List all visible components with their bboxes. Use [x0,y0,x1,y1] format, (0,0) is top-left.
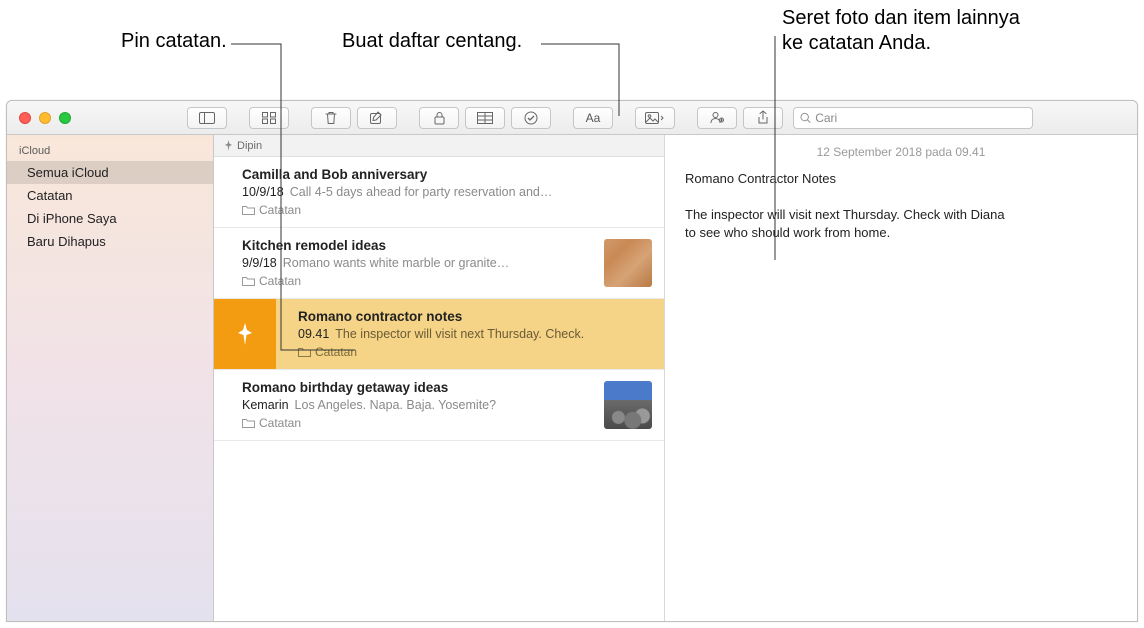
toolbar: Aa [7,101,1137,135]
sidebar-section-icloud: iCloud [7,141,213,161]
sidebar-toggle-button[interactable] [187,107,227,129]
note-row[interactable]: Kitchen remodel ideas 9/9/18 Romano wants… [214,228,664,299]
grid-icon [262,112,276,124]
note-preview: The inspector will visit next Thursday. … [335,327,584,341]
note-detail-timestamp: 12 September 2018 pada 09.41 [685,145,1117,159]
format-button[interactable]: Aa [573,107,613,129]
minimize-window-button[interactable] [39,112,51,124]
compose-icon [370,111,384,124]
share-button[interactable] [743,107,783,129]
note-folder: Catatan [298,345,652,359]
table-icon [477,112,493,124]
note-list: Dipin Camilla and Bob anniversary 10/9/1… [214,135,665,621]
note-preview: Romano wants white marble or granite… [283,256,510,270]
folder-icon [242,418,255,428]
photo-icon [645,112,665,124]
note-date: 9/9/18 [242,256,277,270]
search-icon [800,112,811,124]
add-people-button[interactable] [697,107,737,129]
note-folder: Catatan [242,274,594,288]
zoom-window-button[interactable] [59,112,71,124]
note-folder: Catatan [242,203,652,217]
note-row[interactable]: Romano birthday getaway ideas Kemarin Los… [214,370,664,441]
share-icon [757,110,769,125]
note-preview: Call 4-5 days ahead for party reservatio… [290,185,553,199]
note-detail-body[interactable]: The inspector will visit next Thursday. … [685,206,1005,242]
pin-icon [235,322,255,346]
note-row[interactable]: Camilla and Bob anniversary 10/9/18 Call … [214,157,664,228]
close-window-button[interactable] [19,112,31,124]
sidebar: iCloud Semua iCloud Catatan Di iPhone Sa… [7,135,214,621]
note-date: 09.41 [298,327,329,341]
note-detail: 12 September 2018 pada 09.41 Romano Cont… [665,135,1137,621]
pin-indicator [214,299,276,369]
folder-icon [298,347,311,357]
note-detail-title[interactable]: Romano Contractor Notes [685,171,1117,186]
lock-button[interactable] [419,107,459,129]
pin-icon [224,140,233,151]
note-folder: Catatan [242,416,594,430]
search-field[interactable] [793,107,1033,129]
checklist-icon [524,111,538,125]
gallery-view-button[interactable] [249,107,289,129]
note-title: Romano contractor notes [298,309,652,324]
lock-icon [434,111,445,125]
folder-icon [242,205,255,215]
note-title: Romano birthday getaway ideas [242,380,594,395]
callout-pin: Pin catatan. [121,29,227,54]
checklist-button[interactable] [511,107,551,129]
sidebar-item-recently-deleted[interactable]: Baru Dihapus [7,230,213,253]
media-button[interactable] [635,107,675,129]
note-preview: Los Angeles. Napa. Baja. Yosemite? [295,398,497,412]
note-date: Kemarin [242,398,289,412]
callout-drag: Seret foto dan item lainnya ke catatan A… [782,6,1020,56]
sidebar-icon [199,112,215,124]
add-people-icon [710,111,725,124]
note-thumbnail [604,381,652,429]
format-icon: Aa [586,111,601,125]
note-thumbnail [604,239,652,287]
note-title: Kitchen remodel ideas [242,238,594,253]
search-input[interactable] [815,111,1026,125]
trash-icon [325,111,337,125]
pinned-section-header: Dipin [214,135,664,157]
delete-button[interactable] [311,107,351,129]
note-date: 10/9/18 [242,185,284,199]
window-controls [19,112,71,124]
callout-checklist: Buat daftar centang. [342,29,522,54]
note-row-selected[interactable]: Romano contractor notes 09.41 The inspect… [214,299,664,370]
folder-icon [242,276,255,286]
table-button[interactable] [465,107,505,129]
sidebar-item-notes[interactable]: Catatan [7,184,213,207]
note-title: Camilla and Bob anniversary [242,167,652,182]
notes-window: Aa iCloud Semua iCloud Catatan Di iPhone… [6,100,1138,622]
sidebar-item-all-icloud[interactable]: Semua iCloud [7,161,213,184]
new-note-button[interactable] [357,107,397,129]
sidebar-item-on-iphone[interactable]: Di iPhone Saya [7,207,213,230]
